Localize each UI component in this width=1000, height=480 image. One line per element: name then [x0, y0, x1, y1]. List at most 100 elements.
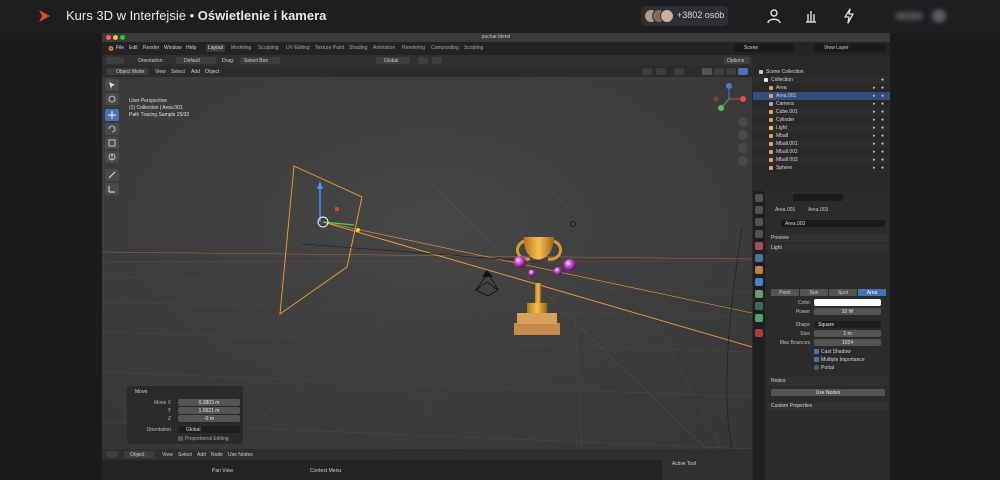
use-nodes-toggle[interactable]: Use Nodes [228, 452, 253, 458]
menu-object[interactable]: Object [205, 69, 219, 75]
selectable-icon[interactable]: ▸ [873, 117, 876, 123]
view-layer-selector[interactable]: View Layer [814, 44, 886, 52]
preview-panel-header[interactable]: Preview [768, 234, 888, 242]
gizmo-toggle[interactable] [656, 68, 666, 75]
shading-material-button[interactable] [726, 68, 736, 75]
light-type-spot[interactable]: Spot [829, 289, 857, 296]
eye-icon[interactable]: ● [881, 157, 884, 163]
annotate-tool[interactable] [105, 169, 119, 181]
user-avatar-blurred[interactable] [932, 9, 946, 23]
tab-uv-editing[interactable]: UV Editing [286, 45, 310, 51]
light-type-sun[interactable]: Sun [800, 289, 828, 296]
panel-title[interactable]: Move [135, 389, 147, 395]
texture-tab[interactable] [755, 329, 763, 337]
orientation-dropdown[interactable]: Default [176, 57, 216, 64]
eye-icon[interactable]: ● [881, 125, 884, 131]
user-icon[interactable] [766, 8, 782, 24]
outliner-collection[interactable]: Collection ● [753, 76, 890, 84]
selectable-icon[interactable]: ▸ [873, 125, 876, 131]
tab-rendering[interactable]: Rendering [402, 45, 425, 51]
pan-hand-icon[interactable] [738, 130, 748, 140]
menu-view[interactable]: View [155, 69, 166, 75]
transform-tool[interactable] [105, 151, 119, 163]
output-tab[interactable] [755, 218, 763, 226]
menu-edit[interactable]: Edit [129, 45, 138, 51]
tab-modeling[interactable]: Modeling [231, 45, 251, 51]
camera-view-icon[interactable] [738, 143, 748, 153]
outliner-item[interactable]: Sphere ▸ ● [753, 164, 890, 172]
tab-layout[interactable]: Layout [208, 45, 223, 51]
selectable-icon[interactable]: ▸ [873, 109, 876, 115]
scene-tab[interactable] [755, 242, 763, 250]
outliner-item[interactable]: Mball.002 ▸ ● [753, 148, 890, 156]
menu-file[interactable]: File [116, 45, 124, 51]
hand-raise-icon[interactable] [803, 8, 819, 24]
light-type-area[interactable]: Area [858, 289, 886, 296]
editor-type-button[interactable] [106, 451, 118, 458]
custom-properties-header[interactable]: Custom Properties [768, 402, 888, 410]
outliner-item[interactable]: Mball.003 ▸ ● [753, 156, 890, 164]
play-logo-icon[interactable] [37, 9, 51, 23]
rotate-tool[interactable] [105, 123, 119, 135]
portal-checkbox[interactable]: Portal [814, 365, 834, 371]
tab-sculpting[interactable]: Sculpting [258, 45, 279, 51]
selectable-icon[interactable]: ▸ [873, 165, 876, 171]
selectable-icon[interactable]: ▸ [873, 101, 876, 107]
modifier-tab[interactable] [755, 278, 763, 286]
viewers-badge[interactable]: +3802 osób [641, 6, 728, 26]
menu-node[interactable]: Node [211, 452, 223, 458]
eye-icon[interactable]: ● [881, 141, 884, 147]
eye-icon[interactable]: ● [881, 117, 884, 123]
overlay-toggle[interactable] [674, 68, 684, 75]
3d-viewport[interactable]: User Perspective (1) Collection | Area.0… [102, 77, 752, 449]
outliner-item[interactable]: Mball ▸ ● [753, 132, 890, 140]
options-dropdown[interactable]: Options [724, 57, 750, 64]
blender-logo-icon[interactable] [106, 44, 114, 52]
power-field[interactable]: 10 W [814, 308, 881, 315]
physics-tab[interactable] [755, 290, 763, 298]
cursor-tool[interactable] [105, 93, 119, 105]
scene-selector[interactable]: Scene [734, 44, 794, 52]
outliner-item[interactable]: Cube.001 ▸ ● [753, 108, 890, 116]
tab-scripting[interactable]: Scripting [464, 45, 483, 51]
datablock-field[interactable]: Area.003 [781, 220, 885, 227]
outliner-item[interactable]: Area.001 ▸ ● [753, 92, 890, 100]
outliner-scene-collection[interactable]: Scene Collection [753, 68, 890, 76]
menu-window[interactable]: Window [164, 45, 182, 51]
shading-wireframe-button[interactable] [702, 68, 712, 75]
tab-compositing[interactable]: Compositing [431, 45, 459, 51]
selectable-icon[interactable]: ▸ [873, 85, 876, 91]
zoom-icon[interactable] [738, 117, 748, 127]
nodes-panel-header[interactable]: Nodes [768, 377, 888, 385]
lightning-icon[interactable] [841, 8, 857, 24]
orientation-select[interactable]: Global [178, 426, 240, 433]
use-nodes-button[interactable]: Use Nodes [771, 389, 885, 396]
grid-icon[interactable] [738, 156, 748, 166]
light-panel-header[interactable]: Light [768, 244, 888, 252]
eye-icon[interactable]: ● [881, 101, 884, 107]
menu-render[interactable]: Render [143, 45, 159, 51]
visibility-toggle[interactable] [642, 68, 652, 75]
outliner-item[interactable]: Mball.001 ▸ ● [753, 140, 890, 148]
color-swatch[interactable] [814, 299, 881, 306]
eye-icon[interactable]: ● [881, 93, 884, 99]
snap-button[interactable] [418, 57, 428, 64]
multiple-importance-checkbox[interactable]: Multiple Importance [814, 357, 865, 363]
move-tool[interactable] [105, 109, 119, 121]
render-tab[interactable] [755, 206, 763, 214]
transform-orientation-dropdown[interactable]: Global [376, 57, 410, 64]
world-tab[interactable] [755, 254, 763, 262]
selectable-icon[interactable]: ▸ [873, 157, 876, 163]
menu-help[interactable]: Help [186, 45, 196, 51]
outliner-item[interactable]: Light ▸ ● [753, 124, 890, 132]
move-y-field[interactable]: 1.0621 m [178, 407, 240, 414]
mode-dropdown[interactable]: Object Mode [106, 68, 148, 75]
tab-animation[interactable]: Animation [373, 45, 395, 51]
shape-dropdown[interactable]: Square [814, 321, 881, 328]
menu-view[interactable]: View [162, 452, 173, 458]
properties-search[interactable] [793, 194, 843, 201]
selectable-icon[interactable]: ▸ [873, 133, 876, 139]
eye-icon[interactable]: ● [881, 133, 884, 139]
move-x-field[interactable]: 0.2803 m [178, 399, 240, 406]
eye-icon[interactable]: ● [881, 77, 884, 83]
